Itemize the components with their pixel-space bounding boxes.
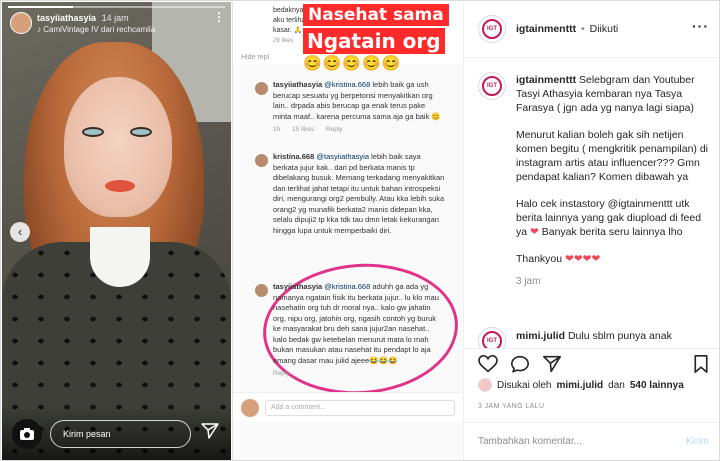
comment-avatar: [255, 82, 268, 95]
story-photo-eye: [82, 127, 104, 137]
share-icon: [542, 355, 561, 373]
story-photo-collar: [90, 227, 150, 287]
post-image-collage[interactable]: bedaknya da aku terlihat kasar. 🙏 29 lik…: [232, 2, 462, 460]
commenter-avatar[interactable]: IGT: [478, 327, 506, 349]
liker-avatar: [478, 378, 492, 392]
like-button[interactable]: [478, 354, 498, 378]
post-panel: IGT igtainmenttt • Diikuti ··· IGT igtai…: [463, 2, 719, 460]
story-panel: tasyiiathasyia 14 jam ♪ CamiVintage IV d…: [2, 2, 231, 460]
story-avatar[interactable]: [10, 12, 32, 34]
story-progress-fill: [8, 6, 74, 8]
story-header: tasyiiathasyia 14 jam ♪ CamiVintage IV d…: [10, 12, 155, 36]
account-avatar[interactable]: IGT: [478, 15, 506, 43]
comment-username: tasyiiathasyia: [273, 80, 323, 89]
story-photo-face: [64, 77, 172, 217]
send-icon: [201, 423, 219, 439]
banner-line-2: Ngatain org: [303, 28, 445, 54]
account-logo: IGT: [482, 76, 502, 96]
comment-icon: [511, 355, 530, 373]
music-icon: ♪: [37, 25, 41, 34]
story-username[interactable]: tasyiiathasyia: [37, 13, 96, 23]
caption-text: Halo cek instastory: [516, 198, 605, 210]
caption-text: Thankyou: [516, 253, 563, 265]
save-button[interactable]: [693, 355, 709, 378]
comment-time: 1h: [273, 126, 281, 133]
account-logo: IGT: [482, 19, 502, 39]
more-options-icon[interactable]: ⋮: [213, 11, 225, 23]
share-button[interactable]: [542, 355, 562, 378]
collage-avatar: [241, 399, 259, 417]
story-photo-lips: [105, 180, 135, 192]
caption-mention[interactable]: @igtainmenttt: [608, 198, 673, 210]
comment-reply: Reply: [325, 126, 343, 133]
comment-username: tasyiiathasyia: [273, 282, 323, 291]
likes-summary: Disukai oleh mimi.julid dan 540 lainnya: [478, 378, 684, 392]
post-timestamp: 3 JAM YANG LALU: [478, 403, 545, 410]
previous-story-button[interactable]: ‹: [10, 222, 30, 242]
comment-mention: @kristina.668: [324, 80, 371, 89]
caption-text: Banyak berita seru lainnya lho: [541, 226, 683, 238]
comment-avatar: [255, 154, 268, 167]
comment-likes: 15 likes: [292, 126, 315, 133]
comment-button[interactable]: [510, 355, 530, 378]
caption-time: 3 jam: [516, 276, 541, 287]
story-reply-bar: Kirim pesan: [2, 406, 231, 460]
heart-emoji: ❤: [530, 226, 539, 238]
comment-input[interactable]: Tambahkan komentar...: [478, 436, 582, 447]
camera-button[interactable]: [12, 418, 42, 449]
likes-count[interactable]: 540 lainnya: [630, 380, 684, 391]
story-time: 14 jam: [101, 13, 129, 23]
comment-text: lebih baik saya berkata jujur kak.. dari…: [273, 152, 445, 235]
banner-emojis: 😊😊😊😊😊: [303, 55, 402, 72]
post-username[interactable]: igtainmenttt: [516, 23, 576, 35]
bookmark-icon: [694, 355, 708, 373]
caption-paragraph: Menurut kalian boleh gak sih netijen kom…: [516, 129, 709, 183]
post-comment-button[interactable]: Kirim: [686, 436, 709, 447]
collage-hide-replies: Hide repl: [241, 54, 270, 61]
comment-mention: @kristina.668: [324, 282, 371, 291]
story-message-input[interactable]: Kirim pesan: [50, 419, 191, 448]
comment-text: Dulu sblm punya anak: [567, 330, 672, 342]
heart-icon: [478, 354, 498, 373]
collage-banner: Nasehat sama Ngatain org: [303, 4, 449, 54]
screenshot-frame: tasyiiathasyia 14 jam ♪ CamiVintage IV d…: [0, 0, 720, 461]
post-actions: [464, 348, 719, 378]
comment-avatar: [255, 284, 268, 297]
liker-username[interactable]: mimi.julid: [556, 380, 603, 391]
add-comment-bar: Tambahkan komentar... Kirim: [464, 422, 719, 460]
story-progress-bar: [8, 6, 225, 8]
comment-username: kristina.668: [273, 152, 315, 161]
send-button[interactable]: [199, 422, 221, 445]
likes-and: dan: [608, 379, 625, 391]
comment-reply: Reply: [273, 370, 290, 377]
more-options-icon[interactable]: ···: [692, 18, 709, 34]
follow-status-button[interactable]: Diikuti: [590, 23, 619, 35]
post-caption: igtainmenttt Selebgram dan Youtuber Tasy…: [516, 73, 712, 289]
account-logo: IGT: [482, 331, 502, 349]
comment-text: aduhh ga ada yg namanya ngatain fisik it…: [273, 282, 439, 365]
comment-mention: @tasyiiathasyia: [316, 152, 370, 161]
comment-username[interactable]: mimi.julid: [516, 330, 565, 342]
collage-comment-input: Add a comment...: [265, 400, 455, 416]
separator: •: [581, 23, 585, 35]
likes-prefix: Disukai oleh: [497, 379, 552, 391]
heart-emojis: ❤❤❤❤: [565, 253, 601, 265]
caption-avatar[interactable]: IGT: [478, 72, 506, 100]
caption-username[interactable]: igtainmenttt: [516, 74, 576, 86]
story-photo-eye: [130, 127, 152, 137]
camera-icon: [20, 427, 34, 440]
collage-add-comment: Add a comment...: [233, 392, 462, 422]
caption-area: IGT igtainmenttt Selebgram dan Youtuber …: [464, 59, 719, 349]
story-music-label[interactable]: CamiVintage IV dari rechcamila: [43, 25, 155, 34]
banner-line-1: Nasehat sama: [303, 4, 449, 26]
post-header: IGT igtainmenttt • Diikuti ···: [464, 2, 719, 58]
